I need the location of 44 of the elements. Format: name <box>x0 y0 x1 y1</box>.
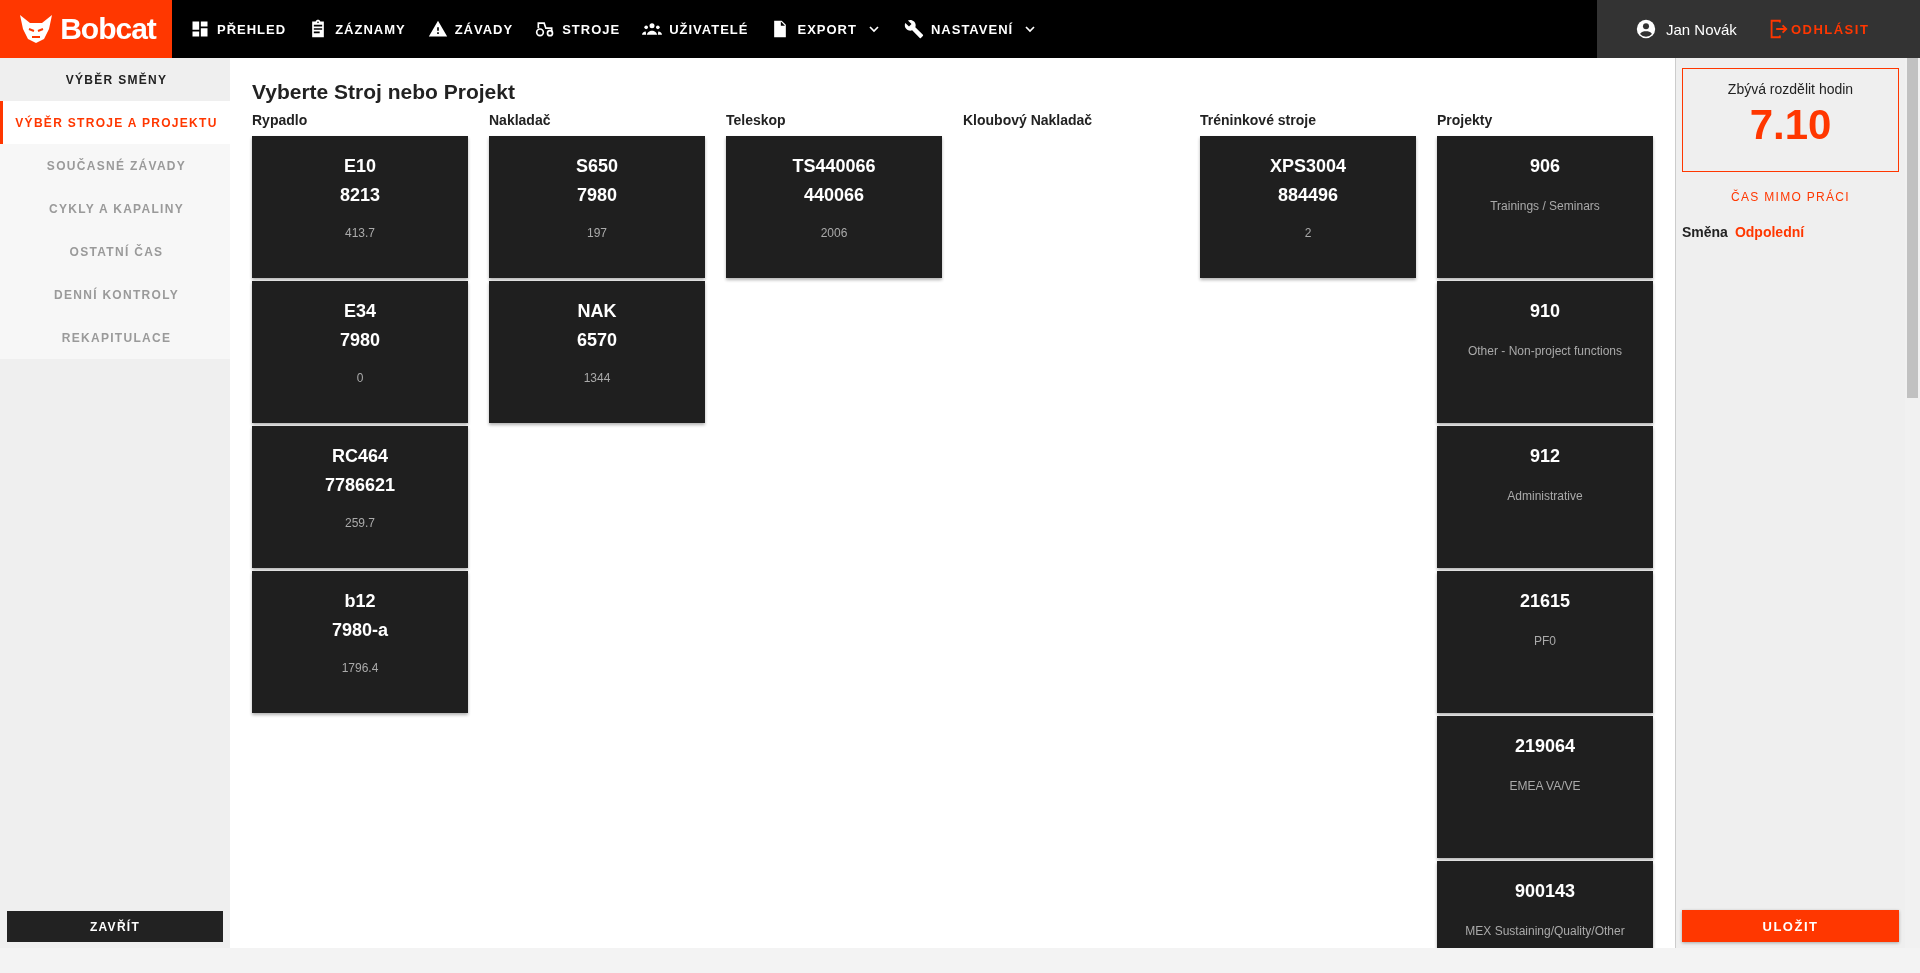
machine-card[interactable]: E10 8213 413.7 <box>252 136 468 278</box>
machine-card[interactable]: TS440066 440066 2006 <box>726 136 942 278</box>
project-card[interactable]: 910 Other - Non-project functions <box>1437 281 1653 423</box>
close-button[interactable]: ZAVŘÍT <box>7 911 223 942</box>
remaining-hours-value: 7.10 <box>1749 101 1832 149</box>
machine-card[interactable]: NAK 6570 1344 <box>489 281 705 423</box>
sidebar-item[interactable]: VÝBĚR SMĚNY <box>0 58 230 101</box>
user-menu[interactable]: Jan Novák <box>1635 18 1737 40</box>
project-card[interactable]: 219064 EMEA VA/VE <box>1437 716 1653 858</box>
tractor-icon <box>535 19 556 39</box>
brand-name: Bobcat <box>60 12 156 46</box>
project-card[interactable]: 900143 MEX Sustaining/Quality/Other <box>1437 861 1653 948</box>
project-card[interactable]: 21615 PF0 <box>1437 571 1653 713</box>
remaining-hours-label: Zbývá rozdělit hodin <box>1727 81 1854 97</box>
warning-icon <box>427 19 448 39</box>
page-title: Vyberte Stroj nebo Projekt <box>252 80 516 104</box>
nav-item[interactable]: UŽIVATELÉ <box>634 13 757 45</box>
nav-item[interactable]: ZÁZNAMY <box>300 13 414 45</box>
nav-item[interactable]: ZÁVADY <box>419 13 522 45</box>
save-button[interactable]: ULOŽIT <box>1682 910 1899 942</box>
column-heading: Tréninkové stroje <box>1200 112 1317 128</box>
shift-value: Odpolední <box>1734 224 1805 240</box>
machine-card[interactable]: RC464 7786621 259.7 <box>252 426 468 568</box>
nav-item[interactable]: STROJE <box>527 13 629 45</box>
column-heading: Teleskop <box>726 112 787 128</box>
column-heading: Kloubový Nakladač <box>963 112 1094 128</box>
nav-item[interactable]: EXPORT <box>762 13 890 45</box>
logo[interactable]: Bobcat <box>0 0 172 58</box>
nav-item[interactable]: NASTAVENÍ <box>895 13 1047 45</box>
dashboard-icon <box>190 19 210 39</box>
sidebar-item[interactable]: VÝBĚR STROJE A PROJEKTU <box>0 101 230 144</box>
machine-card[interactable]: E34 7980 0 <box>252 281 468 423</box>
nav-item[interactable]: PŘEHLED <box>182 13 295 45</box>
account-icon <box>1635 18 1657 40</box>
machine-card[interactable]: S650 7980 197 <box>489 136 705 278</box>
wrench-icon <box>903 19 924 39</box>
project-card[interactable]: 912 Administrative <box>1437 426 1653 568</box>
machine-card[interactable]: XPS3004 884496 2 <box>1200 136 1416 278</box>
column-heading: Projekty <box>1437 112 1494 128</box>
column-heading: Nakladač <box>489 112 552 128</box>
project-card[interactable]: 906 Trainings / Seminars <box>1437 136 1653 278</box>
column-heading: Rypadlo <box>252 112 309 128</box>
shift-label: Směna <box>1682 224 1728 240</box>
machine-card[interactable]: b12 7980-a 1796.4 <box>252 571 468 713</box>
